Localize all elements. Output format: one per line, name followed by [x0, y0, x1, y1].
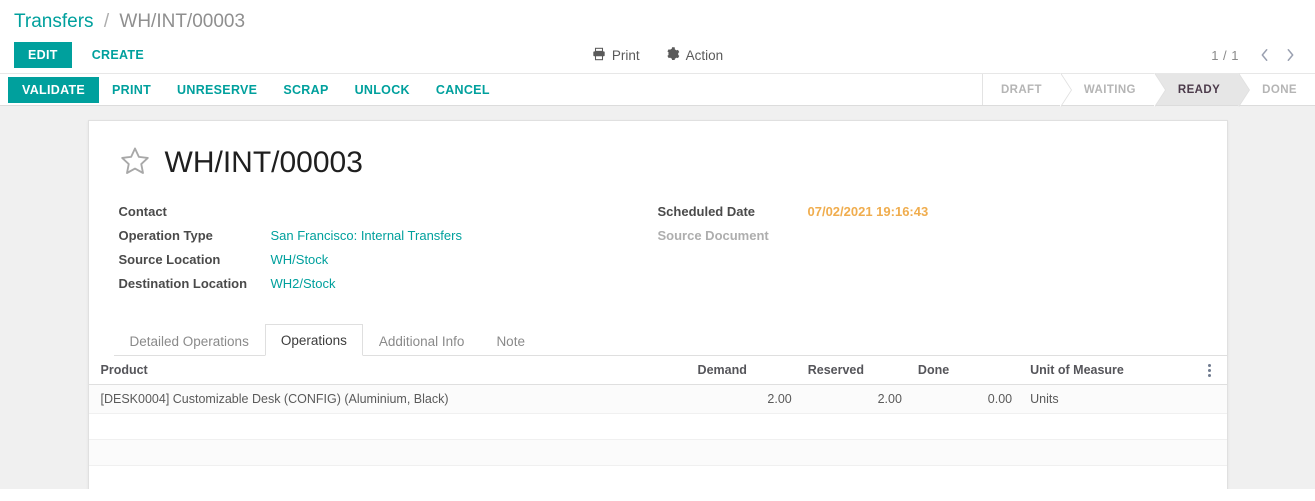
cell-reserved[interactable]: 2.00	[799, 384, 910, 415]
empty-cell	[88, 465, 1227, 489]
cell-options	[1200, 384, 1227, 415]
statusbar: VALIDATE PRINT UNRESERVE SCRAP UNLOCK CA…	[0, 72, 1315, 107]
stage-draft[interactable]: DRAFT	[983, 72, 1072, 107]
table-empty-row	[88, 465, 1227, 489]
column-header-done[interactable]: Done	[909, 356, 1021, 386]
field-source-location-label: Source Location	[118, 252, 221, 267]
empty-cell	[88, 439, 1227, 467]
tab-operations[interactable]: Operations	[264, 324, 363, 356]
sheet-header: WH/INT/00003 Contact Operation Type San …	[89, 137, 1227, 324]
field-destination-location-label: Destination Location	[118, 276, 248, 291]
field-operation-type-label: Operation Type	[118, 228, 213, 243]
table-body: [DESK0004] Customizable Desk (CONFIG) (A…	[88, 384, 1227, 489]
cell-done[interactable]: 0.00	[909, 384, 1021, 415]
breadcrumb: Transfers / WH/INT/00003	[0, 0, 1315, 37]
form-fields: Contact Operation Type San Francisco: In…	[119, 202, 1197, 324]
stage-waiting[interactable]: WAITING	[1060, 72, 1166, 107]
pager-next-button[interactable]	[1279, 43, 1301, 67]
form-column-right: Scheduled Date 07/02/2021 19:16:43 Sourc…	[658, 202, 1197, 298]
field-scheduled-date-label: Scheduled Date	[657, 204, 756, 219]
column-header-demand[interactable]: Demand	[689, 356, 800, 386]
chevron-left-icon	[1261, 49, 1267, 61]
tab-additional-info[interactable]: Additional Info	[363, 325, 481, 356]
action-menu[interactable]: Action	[666, 46, 724, 64]
table-empty-row	[88, 413, 1227, 441]
print-button[interactable]: PRINT	[99, 77, 164, 103]
tab-note[interactable]: Note	[480, 325, 541, 356]
field-contact: Contact	[119, 202, 658, 226]
field-destination-location: Destination Location WH2/Stock	[119, 274, 658, 298]
vertical-dots-icon[interactable]	[1208, 364, 1212, 378]
field-source-location-value[interactable]: WH/Stock	[271, 252, 329, 267]
operations-list: Product Demand Reserved Done Unit of Mea…	[88, 356, 1227, 489]
validate-button[interactable]: VALIDATE	[8, 76, 100, 103]
edit-button[interactable]: EDIT	[14, 42, 72, 68]
field-source-document: Source Document	[658, 226, 1197, 250]
control-panel-actions: EDIT CREATE Print Action 1 / 1	[0, 37, 1315, 73]
breadcrumb-separator: /	[103, 11, 110, 32]
scrap-button[interactable]: SCRAP	[270, 77, 341, 103]
table-head: Product Demand Reserved Done Unit of Mea…	[88, 356, 1227, 386]
unlock-button[interactable]: UNLOCK	[342, 77, 423, 103]
tab-detailed-operations[interactable]: Detailed Operations	[114, 325, 265, 356]
table-header-row: Product Demand Reserved Done Unit of Mea…	[88, 356, 1227, 386]
page-title: WH/INT/00003	[164, 145, 363, 179]
field-scheduled-date-value[interactable]: 07/02/2021 19:16:43	[808, 204, 929, 219]
cell-unit-of-measure[interactable]: Units	[1020, 384, 1201, 415]
notebook: Detailed Operations Operations Additiona…	[89, 324, 1227, 356]
pager-previous-button[interactable]	[1253, 43, 1275, 67]
unreserve-button[interactable]: UNRESERVE	[164, 77, 270, 103]
field-destination-location-value[interactable]: WH2/Stock	[271, 276, 336, 291]
printer-icon	[592, 47, 606, 64]
action-menu-label: Action	[685, 47, 724, 63]
field-operation-type-value[interactable]: San Francisco: Internal Transfers	[271, 228, 462, 243]
stage-ready[interactable]: READY	[1153, 72, 1251, 107]
column-header-product[interactable]: Product	[88, 356, 690, 386]
control-panel: Transfers / WH/INT/00003 EDIT CREATE Pri…	[0, 0, 1315, 73]
control-panel-menus: Print Action	[0, 46, 1315, 64]
cell-demand[interactable]: 2.00	[689, 384, 800, 415]
cell-product[interactable]: [DESK0004] Customizable Desk (CONFIG) (A…	[88, 384, 690, 415]
table-empty-row	[88, 439, 1227, 467]
field-scheduled-date: Scheduled Date 07/02/2021 19:16:43	[658, 202, 1197, 226]
print-menu[interactable]: Print	[592, 47, 640, 64]
chevron-right-icon	[1287, 49, 1293, 61]
field-source-document-label: Source Document	[657, 228, 769, 243]
cancel-button[interactable]: CANCEL	[423, 77, 503, 103]
notebook-tabs: Detailed Operations Operations Additiona…	[113, 324, 1227, 356]
field-source-location: Source Location WH/Stock	[119, 250, 658, 274]
pager-value: 1 / 1	[1211, 47, 1239, 63]
create-button[interactable]: CREATE	[80, 42, 156, 68]
column-header-unit-of-measure[interactable]: Unit of Measure	[1020, 356, 1201, 386]
form-content-area: WH/INT/00003 Contact Operation Type San …	[0, 106, 1315, 489]
record-title-row: WH/INT/00003	[119, 137, 1197, 202]
field-operation-type: Operation Type San Francisco: Internal T…	[119, 226, 658, 250]
field-contact-label: Contact	[118, 204, 167, 219]
empty-cell	[88, 413, 1227, 441]
column-header-reserved[interactable]: Reserved	[799, 356, 910, 386]
statusbar-buttons: VALIDATE PRINT UNRESERVE SCRAP UNLOCK CA…	[0, 74, 503, 105]
breadcrumb-current: WH/INT/00003	[119, 11, 246, 32]
column-options-toggle[interactable]	[1200, 356, 1227, 386]
form-column-left: Contact Operation Type San Francisco: In…	[119, 202, 658, 298]
operations-table: Product Demand Reserved Done Unit of Mea…	[88, 356, 1227, 489]
gear-icon	[666, 46, 680, 64]
record-sheet: WH/INT/00003 Contact Operation Type San …	[87, 120, 1228, 489]
status-stages: DRAFT WAITING READY DONE	[981, 72, 1315, 107]
print-menu-label: Print	[611, 47, 640, 63]
favorite-star-icon[interactable]	[119, 145, 151, 180]
table-row[interactable]: [DESK0004] Customizable Desk (CONFIG) (A…	[88, 384, 1227, 415]
pager: 1 / 1	[1211, 43, 1301, 67]
breadcrumb-root-link[interactable]: Transfers	[14, 11, 94, 32]
